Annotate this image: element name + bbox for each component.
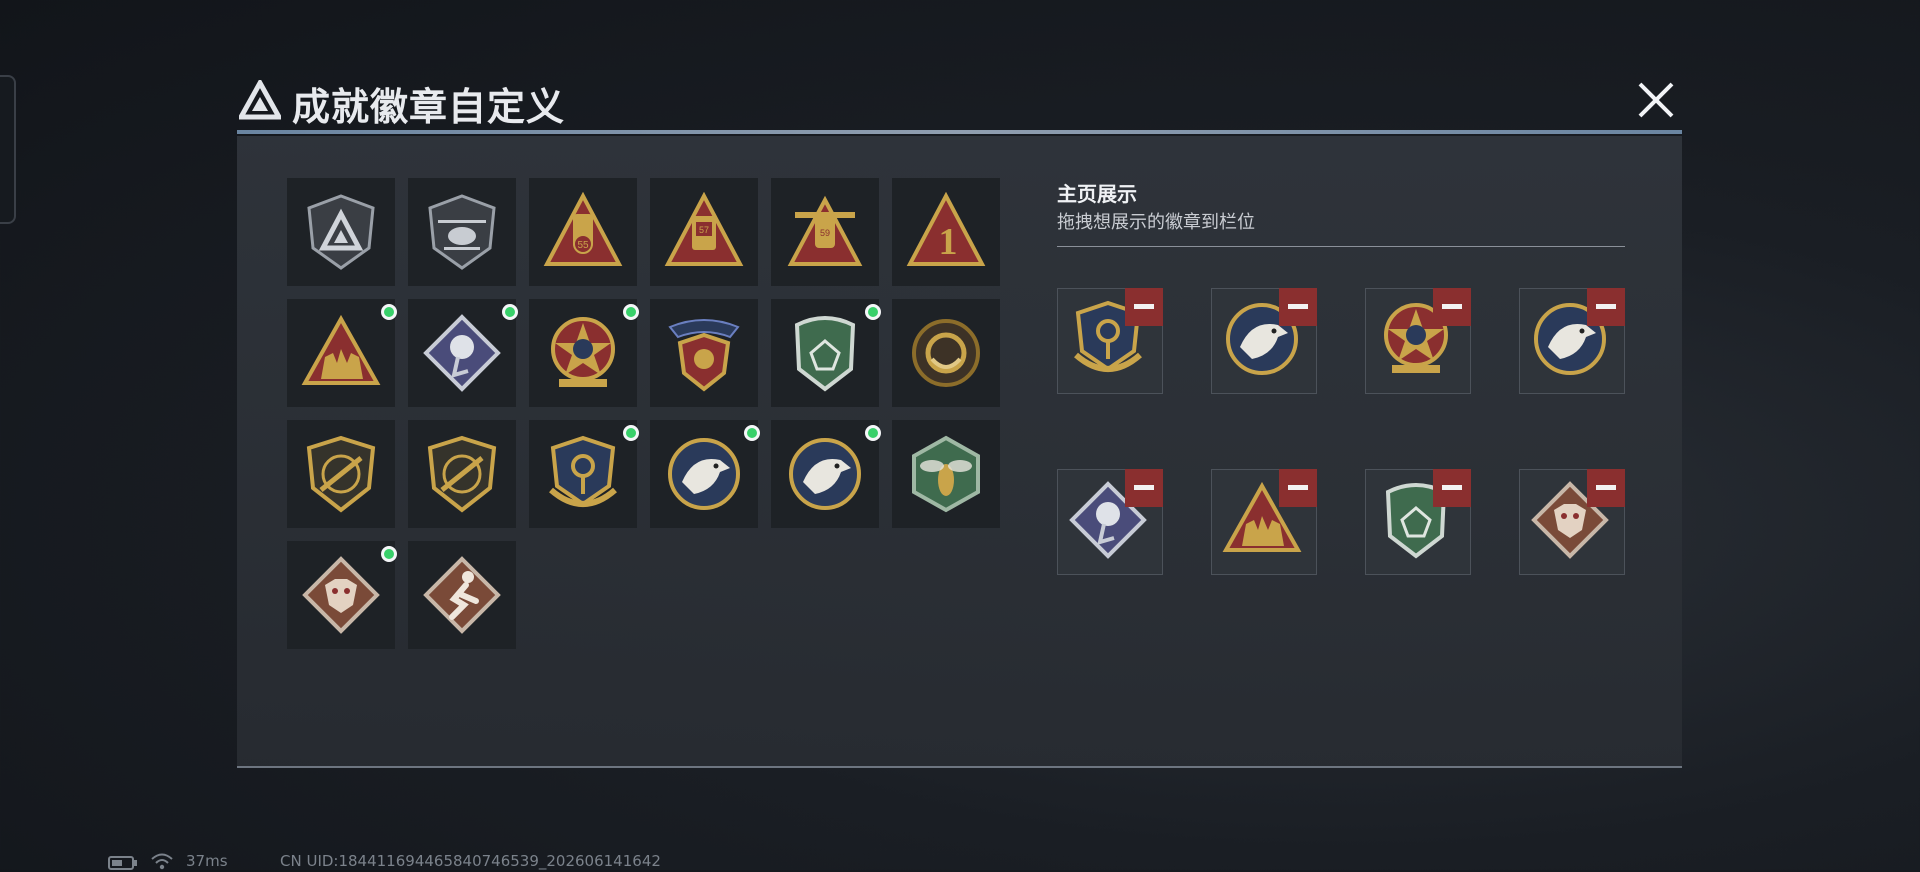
eagle-medallion-icon (789, 438, 861, 510)
game-logo-icon (239, 80, 281, 120)
battery-icon (108, 856, 137, 870)
rifle-crest-icon (427, 435, 497, 513)
triangle-rank-59-star-icon: 59 (787, 195, 863, 266)
new-badge-indicator (381, 304, 397, 320)
badge-item[interactable] (287, 299, 397, 407)
remove-slot-button[interactable] (1125, 288, 1163, 326)
bronze-ring-icon (912, 319, 980, 387)
triangle-number-1-icon: 1 (906, 192, 986, 266)
showcase-slot[interactable] (1365, 469, 1471, 575)
diamond-rose-icon (423, 314, 501, 392)
new-badge-indicator (865, 425, 881, 441)
showcase-slot[interactable] (1211, 469, 1317, 575)
badge-item[interactable] (650, 420, 760, 528)
showcase-title: 主页展示 (1057, 182, 1137, 206)
dragon-diamond-icon (302, 556, 380, 634)
badge-item[interactable]: 59 (771, 178, 879, 286)
badge-item[interactable] (287, 541, 397, 649)
svg-text:59: 59 (820, 228, 830, 238)
dialog-header: 成就徽章自定义 (237, 70, 1682, 134)
svg-text:55: 55 (577, 240, 589, 251)
dialog-body: 55 57 59 1 主页展示 拖拽想展示的徽章到栏位 (237, 136, 1682, 768)
badge-item[interactable] (408, 178, 516, 286)
new-badge-indicator (865, 304, 881, 320)
new-badge-indicator (381, 546, 397, 562)
badge-item[interactable] (408, 299, 518, 407)
close-x-icon (1638, 82, 1674, 118)
showcase-slot[interactable] (1365, 288, 1471, 394)
new-badge-indicator (623, 425, 639, 441)
close-button[interactable] (1630, 70, 1682, 128)
showcase-divider (1057, 246, 1625, 247)
new-badge-indicator (623, 304, 639, 320)
shield-triangle-emblem-icon (307, 194, 375, 270)
showcase-slot[interactable] (1211, 288, 1317, 394)
badge-item[interactable] (529, 299, 639, 407)
remove-slot-button[interactable] (1279, 469, 1317, 507)
showcase-slot[interactable] (1519, 469, 1625, 575)
badge-item[interactable] (771, 299, 881, 407)
showcase-slot[interactable] (1519, 288, 1625, 394)
badge-item[interactable] (529, 420, 639, 528)
side-drawer-tab[interactable] (0, 75, 16, 224)
star-medal-icon (551, 317, 615, 387)
anchor-laurel-shield-icon (549, 435, 617, 507)
svg-text:57: 57 (699, 225, 709, 235)
badge-item[interactable] (650, 299, 758, 407)
hornet-hexagon-icon (912, 435, 980, 513)
badge-item[interactable] (287, 420, 395, 528)
header-divider (237, 130, 1682, 134)
remove-slot-button[interactable] (1587, 288, 1625, 326)
winged-shield-crest-icon (668, 319, 740, 392)
green-gem-shield-icon (794, 316, 856, 392)
badge-item[interactable] (408, 541, 516, 649)
user-uid: CN UID:184411694465840746539_20260614164… (280, 852, 661, 870)
remove-slot-button[interactable] (1433, 288, 1471, 326)
remove-slot-button[interactable] (1279, 288, 1317, 326)
remove-slot-button[interactable] (1125, 469, 1163, 507)
badge-item[interactable] (892, 299, 1000, 407)
badge-item[interactable]: 55 (529, 178, 637, 286)
badge-item[interactable] (771, 420, 881, 528)
badge-item[interactable] (287, 178, 395, 286)
showcase-slot[interactable] (1057, 469, 1163, 575)
badge-item[interactable]: 1 (892, 178, 1000, 286)
showcase-hint: 拖拽想展示的徽章到栏位 (1057, 212, 1255, 233)
showcase-slot[interactable] (1057, 288, 1163, 394)
svg-text:1: 1 (939, 221, 958, 263)
rifle-crest-icon (306, 435, 376, 513)
eagle-medallion-icon (668, 438, 740, 510)
ping-value: 37ms (186, 852, 228, 870)
badge-item[interactable]: 57 (650, 178, 758, 286)
new-badge-indicator (744, 425, 760, 441)
triangle-squad-silhouette-icon (301, 314, 381, 385)
badge-item[interactable] (892, 420, 1000, 528)
dialog-title: 成就徽章自定义 (292, 85, 566, 129)
helicopter-shield-icon (428, 194, 496, 270)
remove-slot-button[interactable] (1433, 469, 1471, 507)
triangle-rank-57-icon: 57 (664, 192, 744, 266)
badge-customize-dialog: 成就徽章自定义 55 57 59 1 主页展示 拖拽想展示的徽章到栏位 (237, 70, 1682, 770)
triangle-rank-55-icon: 55 (543, 192, 623, 266)
remove-slot-button[interactable] (1587, 469, 1625, 507)
wifi-icon (151, 853, 173, 870)
runner-diamond-icon (423, 556, 501, 634)
badge-item[interactable] (408, 420, 516, 528)
new-badge-indicator (502, 304, 518, 320)
